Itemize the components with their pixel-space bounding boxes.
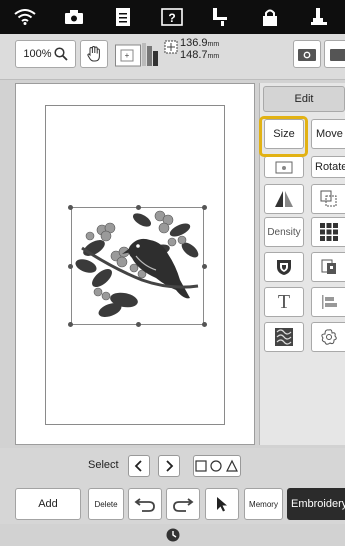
width-value: 136.9: [180, 37, 208, 49]
stitch-icon[interactable]: [196, 0, 245, 34]
help-icon[interactable]: ?: [147, 0, 196, 34]
lock-icon[interactable]: [245, 0, 294, 34]
resize-handle-top-right[interactable]: [202, 205, 207, 210]
group-icon: [320, 190, 336, 207]
clock-icon[interactable]: [166, 528, 180, 542]
design-selection-box[interactable]: [71, 207, 204, 325]
cursor-arrow-icon: [217, 497, 227, 512]
select-shapes-button[interactable]: [193, 455, 241, 477]
frame-display-button[interactable]: +: [114, 40, 160, 68]
color-sort-button[interactable]: [311, 252, 345, 282]
flower-outline-icon: [320, 329, 337, 345]
delete-button[interactable]: Delete: [88, 488, 124, 520]
resize-handle-top[interactable]: [136, 205, 141, 210]
color-blocks-icon: [321, 259, 336, 274]
memory-button[interactable]: Memory: [244, 488, 283, 520]
mirror-button[interactable]: [264, 184, 304, 214]
wifi-icon[interactable]: [0, 0, 49, 34]
array-button[interactable]: [311, 217, 345, 247]
resize-handle-bottom[interactable]: [136, 322, 141, 327]
density-button[interactable]: Density: [264, 217, 304, 247]
pan-button[interactable]: [80, 40, 108, 68]
select-next-button[interactable]: [158, 455, 180, 477]
top-bar: ?: [0, 0, 345, 34]
hand-icon: [87, 46, 100, 62]
border-button[interactable]: [264, 252, 304, 282]
tab-edit[interactable]: Edit: [263, 86, 345, 112]
array-icon: [319, 223, 338, 241]
text-edit-button[interactable]: T: [264, 287, 304, 317]
camera-icon: [298, 49, 316, 61]
pointer-button[interactable]: [205, 488, 239, 520]
density-button-label: Density: [267, 226, 301, 238]
redo-icon: [173, 498, 194, 512]
bird-embroidery-design[interactable]: [72, 208, 203, 324]
document-icon[interactable]: [98, 0, 147, 34]
zoom-button[interactable]: 100%: [15, 40, 76, 68]
text-edit-glyph: T: [277, 290, 291, 313]
dimension-icon: [164, 40, 178, 54]
dimension-readout: 136.9mm 148.7mm: [180, 38, 219, 62]
embroidery-button-label: Embroidery: [291, 498, 345, 510]
flip-button[interactable]: [264, 156, 304, 178]
resize-handle-bottom-right[interactable]: [202, 322, 207, 327]
embroidery-button[interactable]: Embroidery: [287, 488, 345, 520]
footer-bar: [0, 524, 345, 546]
align-button[interactable]: [311, 184, 345, 214]
pattern-icon: [275, 328, 293, 346]
background-scan-button[interactable]: [324, 40, 345, 68]
chevron-right-icon: [166, 460, 174, 472]
height-unit: mm: [207, 53, 220, 60]
resize-handle-bottom-left[interactable]: [68, 322, 73, 327]
select-previous-button[interactable]: [128, 455, 150, 477]
alignment-button[interactable]: [311, 287, 345, 317]
undo-icon: [134, 498, 155, 512]
mirror-icon: [275, 191, 293, 207]
magnifier-icon: [54, 47, 68, 61]
svg-text:+: +: [125, 51, 130, 60]
memory-button-label: Memory: [249, 499, 278, 509]
height-value: 148.7: [180, 49, 208, 61]
camera-scan-button[interactable]: [293, 40, 321, 68]
presser-foot-icon[interactable]: [294, 0, 343, 34]
resize-handle-right[interactable]: [202, 264, 207, 269]
embroidery-edit-screen: ? 100% + 136.9mm 148.7mm Edit Size Move …: [0, 0, 345, 546]
scan-icon: [330, 49, 345, 61]
resize-handle-top-left[interactable]: [68, 205, 73, 210]
align-left-icon: [321, 295, 337, 309]
stipple-button[interactable]: [264, 322, 304, 352]
embroidery-canvas[interactable]: [15, 83, 255, 445]
chevron-left-icon: [134, 460, 142, 472]
svg-text:?: ?: [168, 11, 175, 25]
delete-button-label: Delete: [94, 499, 118, 509]
shield-icon: [277, 260, 291, 275]
move-button[interactable]: Move: [311, 119, 345, 149]
select-label: Select: [88, 459, 119, 471]
frame-move-icon: [275, 161, 293, 174]
outline-button[interactable]: [311, 322, 345, 352]
width-unit: mm: [207, 41, 220, 48]
add-button-label: Add: [38, 498, 58, 510]
undo-button[interactable]: [128, 488, 162, 520]
zoom-value: 100%: [23, 48, 52, 60]
resize-handle-left[interactable]: [68, 264, 73, 269]
add-button[interactable]: Add: [15, 488, 81, 520]
shapes-icon: [195, 459, 238, 472]
rotate-button[interactable]: Rotate: [311, 156, 345, 178]
tab-edit-label: Edit: [294, 93, 314, 105]
rotate-button-label: Rotate: [315, 161, 345, 173]
hoop-frame-icon: +: [115, 43, 158, 67]
size-button-highlight: [259, 116, 308, 157]
camera-icon[interactable]: [49, 0, 98, 34]
redo-button[interactable]: [166, 488, 200, 520]
move-button-label: Move: [316, 128, 343, 140]
